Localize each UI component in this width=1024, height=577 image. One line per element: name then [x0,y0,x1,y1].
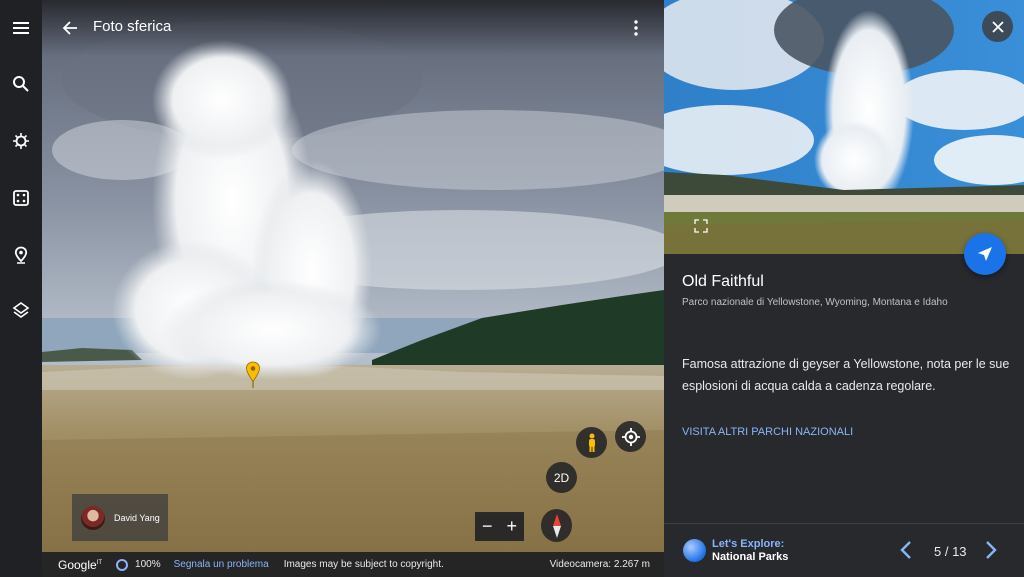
pegman-button[interactable] [576,427,607,458]
view-header: Foto sferica [42,0,664,56]
place-photo[interactable] [664,0,1024,254]
menu-button[interactable] [0,8,42,48]
pegman-icon [588,433,595,452]
send-icon [978,247,992,261]
zoom-in-button[interactable]: + [500,512,525,541]
zoom-out-button[interactable]: − [475,512,500,541]
compass-icon [552,513,561,538]
street-view[interactable]: Foto sferica David Yang 2D − + GoogleIT … [42,0,664,577]
close-icon [991,20,1004,33]
projects-icon [14,246,28,264]
chevron-left-icon[interactable] [900,541,912,559]
more-vert-icon [634,20,638,36]
knowledge-card: Old Faithful Parco nazionale di Yellowst… [664,0,1024,577]
share-button[interactable] [964,233,1006,275]
status-bar: GoogleIT 100% Segnala un problema Images… [42,552,664,577]
my-location-icon [621,427,640,446]
toggle-2d-button[interactable]: 2D [546,462,577,493]
story-title: Let's Explore: National Parks [712,538,788,564]
dice-icon [13,190,29,206]
story-title-line2: National Parks [712,550,789,563]
report-problem-link[interactable]: Segnala un problema [174,559,269,570]
layers-icon [12,302,30,318]
place-description: Famosa attrazione di geyser a Yellowston… [682,357,1010,393]
author-name: David Yang [114,512,160,523]
google-logo: GoogleIT [58,558,102,572]
place-subtitle: Parco nazionale di Yellowstone, Wyoming,… [682,297,948,308]
my-location-button[interactable] [615,421,646,452]
layers-button[interactable] [0,290,42,330]
earth-app: Foto sferica David Yang 2D − + GoogleIT … [0,0,1024,577]
camera-altitude: Videocamera: 2.267 m [549,559,650,570]
location-pin-icon[interactable] [245,361,261,389]
author-attribution[interactable]: David Yang [72,494,168,541]
arrow-back-icon [62,21,77,35]
avatar [81,505,105,530]
search-icon [13,76,29,92]
zoom-control: − + [475,512,524,541]
close-button[interactable] [982,11,1013,42]
back-button[interactable] [58,16,82,40]
geyser-photo-sphere[interactable] [42,0,664,577]
voyager-icon [13,133,29,149]
visit-parks-link[interactable]: VISITA ALTRI PARCHI NAZIONALI [682,426,853,438]
fullscreen-icon[interactable] [694,219,708,233]
chevron-right-icon[interactable] [985,541,997,559]
earth-icon [683,539,706,562]
view-title: Foto sferica [93,18,172,35]
feeling-lucky-button[interactable] [0,178,42,218]
zoom-ring-icon [116,558,129,571]
compass-button[interactable] [541,509,572,542]
menu-icon [13,22,29,34]
google-logo-text: Google [58,557,97,572]
projects-button[interactable] [0,235,42,275]
voyager-button[interactable] [0,121,42,161]
search-button[interactable] [0,64,42,104]
zoom-percent: 100% [135,559,161,570]
copyright-notice: Images may be subject to copyright. [283,559,444,570]
slide-counter: 5 / 13 [934,544,967,559]
google-logo-region: IT [96,559,103,566]
more-options-button[interactable] [628,16,644,40]
place-title: Old Faithful [682,273,764,290]
story-footer: Let's Explore: National Parks 5 / 13 [664,523,1024,577]
left-rail [0,0,42,577]
story-title-line1: Let's Explore: [712,537,785,550]
